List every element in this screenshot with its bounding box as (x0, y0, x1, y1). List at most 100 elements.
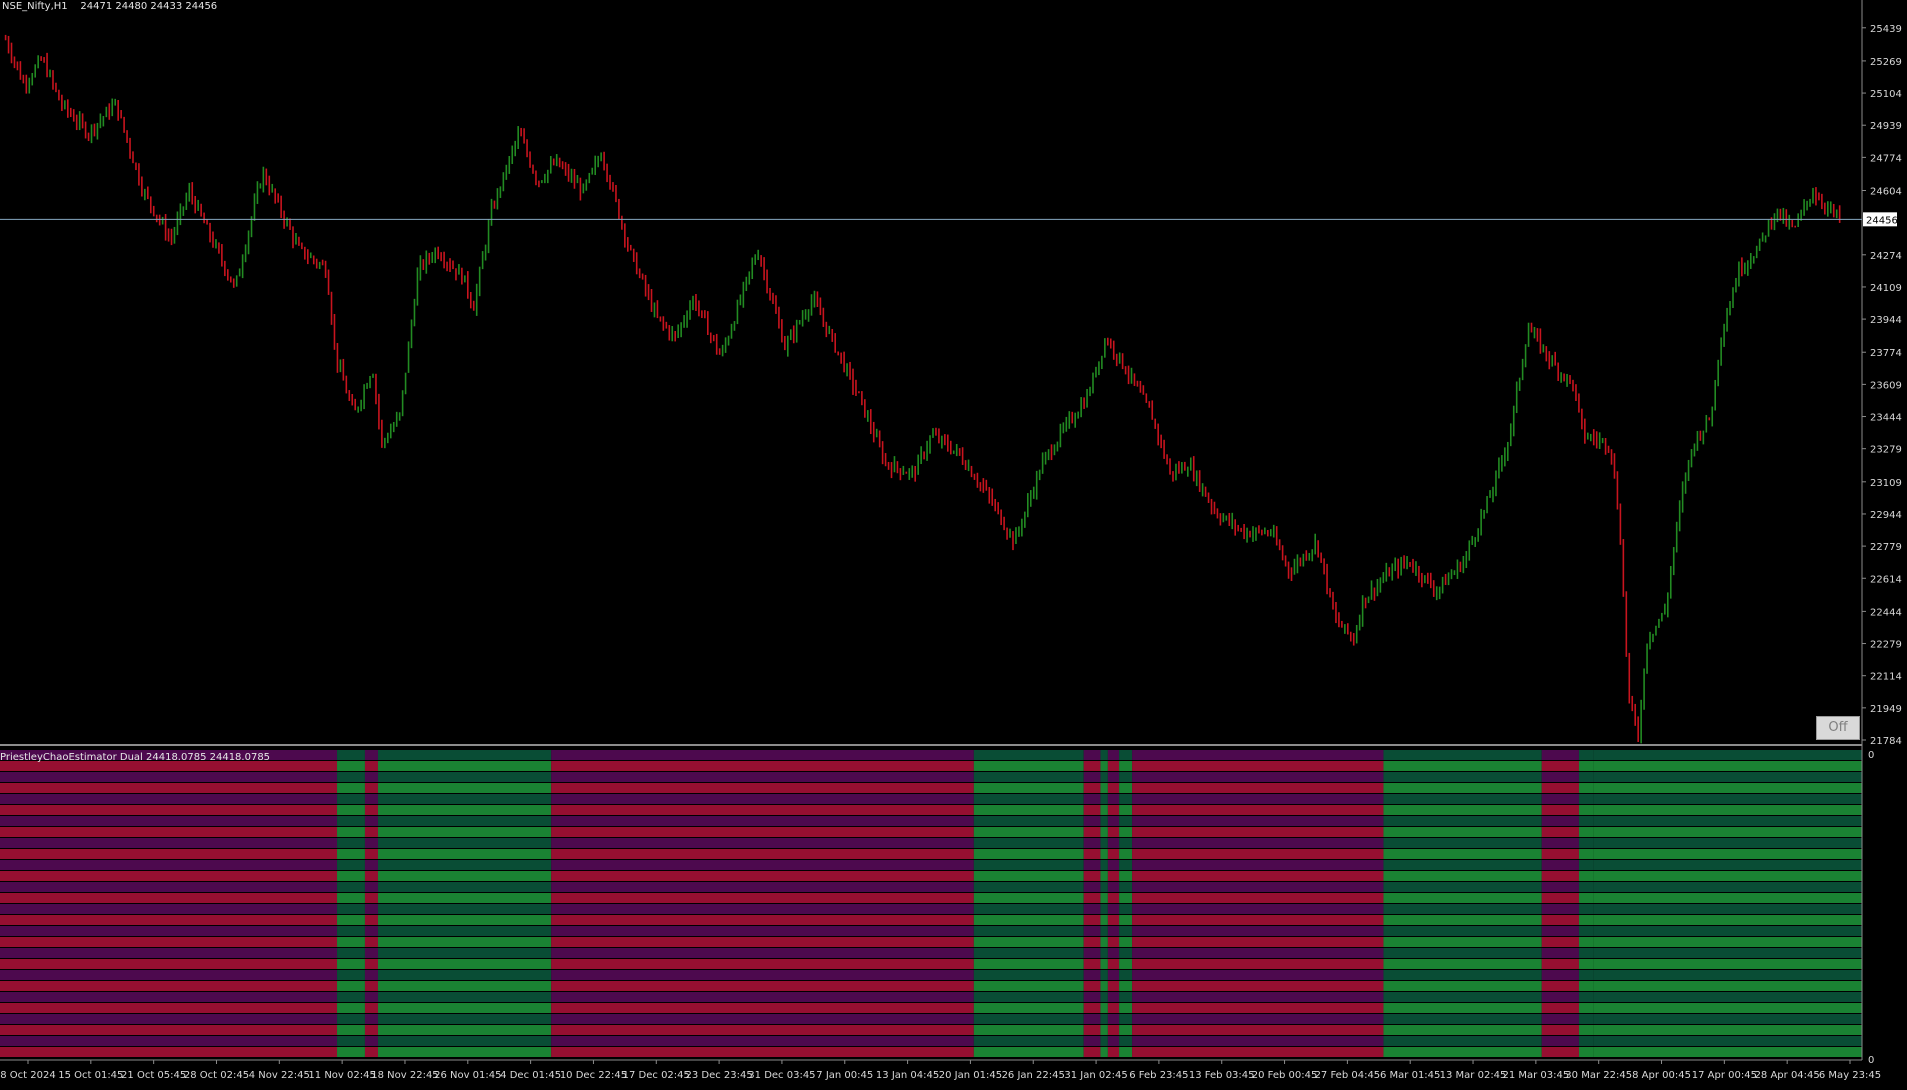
heatmap-cell (1593, 959, 1862, 969)
heatmap-cell (1107, 1014, 1120, 1024)
heatmap-cell (1593, 915, 1862, 925)
heatmap-cell (1578, 970, 1594, 980)
heatmap-cell (0, 981, 338, 991)
heatmap-cell (1541, 882, 1579, 892)
heatmap-cell (1132, 761, 1384, 771)
heatmap-cell (551, 970, 974, 980)
heatmap-cell (1107, 1003, 1120, 1013)
heatmap-cell (1578, 827, 1594, 837)
heatmap-cell (1119, 838, 1133, 848)
heatmap-cell (1541, 992, 1579, 1002)
heatmap-cell (377, 849, 552, 859)
heatmap-cell (1083, 959, 1101, 969)
y-tick-label: 25269 (1870, 57, 1902, 68)
heatmap-cell (973, 772, 1084, 782)
heatmap-cell (1383, 794, 1542, 804)
heatmap-cell (1593, 805, 1862, 815)
heatmap-cell (0, 1003, 338, 1013)
heatmap-cell (1541, 904, 1579, 914)
heatmap-cell (364, 970, 378, 980)
heatmap-cell (1100, 904, 1108, 914)
heatmap-cell (1383, 1025, 1542, 1035)
chart-canvas[interactable]: 25439 25269 25104 24939 24774 24604 24274 24109… (0, 0, 1907, 1086)
heatmap-cell (551, 1003, 974, 1013)
heatmap-cell (1083, 794, 1101, 804)
heatmap-cell (377, 970, 552, 980)
heatmap-cell (1383, 915, 1542, 925)
heatmap-cell (1083, 926, 1101, 936)
trading-chart[interactable]: 25439 25269 25104 24939 24774 24604 24274 24109… (0, 0, 1907, 1086)
symbol-name: NSE_Nifty,H1 (2, 1, 68, 12)
heatmap-cell (1083, 915, 1101, 925)
heatmap-cell (377, 860, 552, 870)
indicator-label: PriestleyChaoEstimator Dual 24418.0785 2… (0, 752, 271, 763)
heatmap-cell (1541, 948, 1579, 958)
heatmap-cell (1083, 1047, 1101, 1057)
heatmap-cell (377, 783, 552, 793)
heatmap-cell (1541, 959, 1579, 969)
heatmap-cell (1578, 849, 1594, 859)
heatmap-cell (0, 871, 338, 881)
heatmap-cell (1593, 860, 1862, 870)
heatmap-cell (1383, 1047, 1542, 1057)
heatmap-cell (1593, 1014, 1862, 1024)
off-button[interactable]: Off (1816, 716, 1860, 740)
heatmap-cell (1119, 970, 1133, 980)
heatmap-cell (1119, 893, 1133, 903)
heatmap-cell (973, 992, 1084, 1002)
heatmap-cell (0, 783, 338, 793)
heatmap-cell (337, 948, 365, 958)
x-tick-label: 20 Jan 01:45 (939, 1070, 1002, 1081)
heatmap-cell (1119, 805, 1133, 815)
heatmap-cell (337, 915, 365, 925)
heatmap-cell (1100, 750, 1108, 760)
heatmap-cell (973, 882, 1084, 892)
heatmap-cell (377, 761, 552, 771)
heatmap-cell (364, 893, 378, 903)
heatmap-cell (1593, 783, 1862, 793)
heatmap-cell (377, 915, 552, 925)
heatmap-cell (1083, 761, 1101, 771)
heatmap-cell (1132, 805, 1384, 815)
heatmap-cell (1100, 937, 1108, 947)
heatmap-cell (1100, 970, 1108, 980)
heatmap-cell (1083, 1014, 1101, 1024)
heatmap-cell (1541, 1025, 1579, 1035)
current-price-label: 24456 (1866, 215, 1898, 226)
heatmap-cell (973, 805, 1084, 815)
heatmap-cell (377, 1036, 552, 1046)
heatmap-cell (377, 893, 552, 903)
y-tick-label: 24774 (1870, 153, 1902, 164)
x-tick-label: 13 Jan 04:45 (876, 1070, 939, 1081)
heatmap-cell (1132, 992, 1384, 1002)
heatmap-cell (377, 838, 552, 848)
heatmap-cell (1132, 750, 1384, 760)
heatmap-cell (377, 750, 552, 760)
heatmap-cell (1100, 1047, 1108, 1057)
heatmap-cell (1578, 1025, 1594, 1035)
heatmap-cell (1593, 772, 1862, 782)
heatmap-cell (1083, 1003, 1101, 1013)
heatmap-cell (1132, 860, 1384, 870)
heatmap-cell (551, 904, 974, 914)
heatmap-cell (1593, 1036, 1862, 1046)
heatmap-cell (1107, 1025, 1120, 1035)
heatmap-cell (1100, 816, 1108, 826)
heatmap-cell (1100, 1025, 1108, 1035)
heatmap-cell (1119, 904, 1133, 914)
heatmap-cell (1132, 970, 1384, 980)
indicator-scale-bottom: 0 (1868, 1055, 1874, 1066)
y-tick-label: 25439 (1870, 24, 1902, 35)
heatmap-cell (364, 1003, 378, 1013)
x-tick-label: 21 Mar 03:45 (1502, 1070, 1569, 1081)
heatmap-cell (1083, 1036, 1101, 1046)
heatmap-cell (1578, 871, 1594, 881)
heatmap-cell (1541, 816, 1579, 826)
heatmap-cell (1383, 772, 1542, 782)
heatmap-cell (364, 959, 378, 969)
y-tick-label: 22114 (1870, 672, 1902, 683)
x-tick-label: 6 Mar 01:45 (1380, 1070, 1440, 1081)
heatmap-cell (973, 948, 1084, 958)
heatmap-cell (1132, 1003, 1384, 1013)
heatmap-cell (1107, 926, 1120, 936)
